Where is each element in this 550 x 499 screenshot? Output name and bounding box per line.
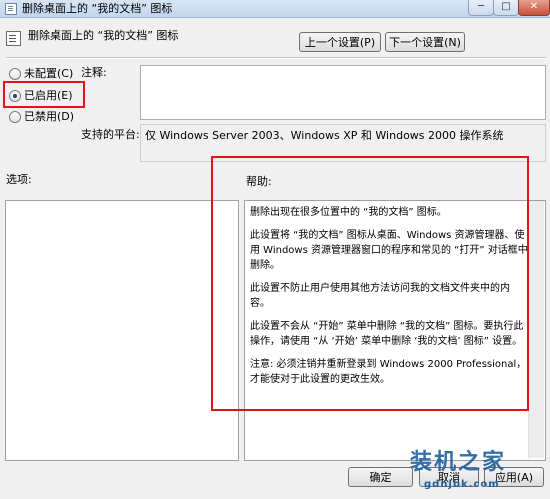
next-setting-button[interactable]: 下一个设置(N) bbox=[385, 32, 465, 52]
window-title: 删除桌面上的 “我的文档” 图标 bbox=[22, 2, 173, 15]
maximize-button[interactable]: □ bbox=[493, 0, 519, 16]
radio-circle[interactable] bbox=[9, 68, 21, 80]
options-panel bbox=[5, 200, 239, 461]
comment-textarea[interactable] bbox=[140, 65, 546, 120]
previous-setting-button[interactable]: 上一个设置(P) bbox=[299, 32, 381, 52]
radio-circle[interactable] bbox=[9, 111, 21, 123]
help-scrollbar[interactable] bbox=[528, 201, 544, 458]
setting-icon bbox=[6, 31, 21, 46]
watermark-url: gdnjbk.com bbox=[424, 479, 500, 490]
setting-title: 删除桌面上的 “我的文档” 图标 bbox=[28, 29, 179, 42]
ok-button[interactable]: 确定 bbox=[348, 467, 413, 487]
radio-label: 未配置(C) bbox=[24, 67, 74, 80]
header-divider bbox=[6, 57, 546, 59]
supported-platform-text: 仅 Windows Server 2003、Windows XP 和 Windo… bbox=[145, 129, 504, 142]
policy-icon bbox=[5, 3, 17, 15]
minimize-button[interactable]: ─ bbox=[468, 0, 494, 16]
watermark-logo: 装机之家 bbox=[410, 450, 507, 475]
highlight-box-help bbox=[211, 156, 529, 411]
comment-label: 注释: bbox=[81, 66, 107, 79]
close-button[interactable]: ✕ bbox=[518, 0, 550, 16]
supported-platform-label: 支持的平台: bbox=[81, 128, 140, 141]
radio-label: 已禁用(D) bbox=[24, 110, 75, 123]
highlight-box-enabled bbox=[3, 81, 85, 108]
options-label: 选项: bbox=[6, 173, 32, 186]
